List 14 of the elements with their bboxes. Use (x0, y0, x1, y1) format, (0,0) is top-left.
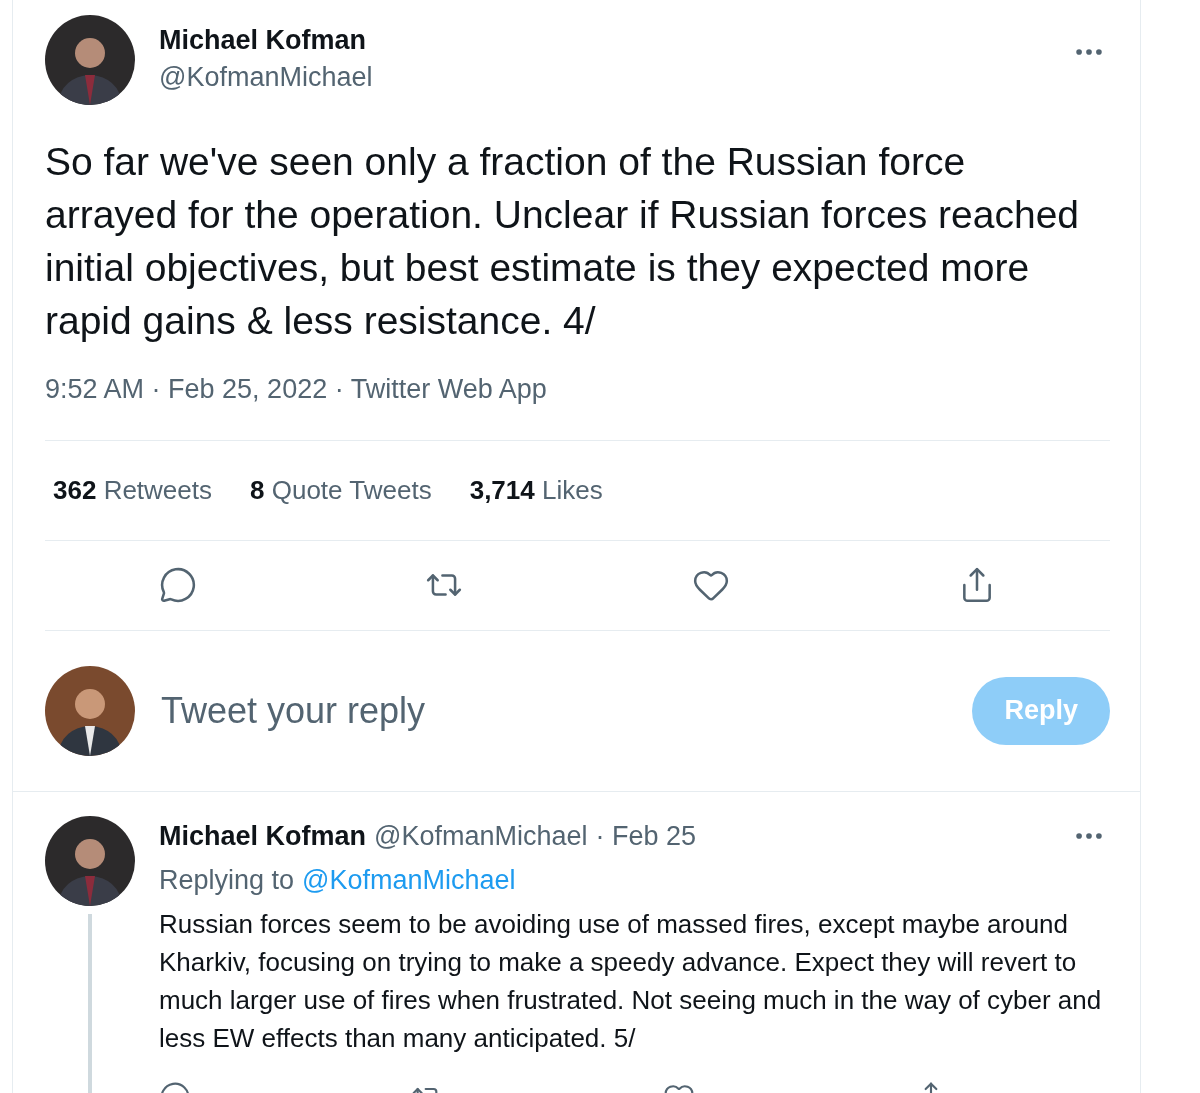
speech-bubble-icon[interactable] (159, 566, 198, 604)
author-handle[interactable]: @KofmanMichael (159, 57, 373, 97)
replying-label: Replying to (159, 864, 295, 897)
stat-link[interactable]: 3,714 Likes (469, 470, 603, 510)
author-handle[interactable]: @KofmanMichael (374, 815, 588, 856)
author-name[interactable]: Michael Kofman (159, 23, 373, 57)
tweet-date[interactable]: · Feb 25 (595, 815, 697, 856)
reply-input[interactable]: Tweet your reply (161, 683, 973, 738)
tweet-timestamp[interactable]: 9:52 AM · Feb 25, 2022 · Twitter Web App (45, 369, 1110, 441)
stat-link[interactable]: 362 Retweets (53, 470, 212, 510)
tweet-text: So far we've seen only a fraction of the Russian force arrayed for the operation. Unclear if Russian forces reached initial objectives, but best estimate is they expected more rapid gains & less resistance. 4/ (45, 139, 1081, 344)
author-name[interactable]: Michael Kofman (159, 815, 367, 856)
stat-link[interactable]: 8 Quote Tweets (250, 470, 432, 510)
reply-text: Russian forces seem to be avoiding use of massed fires, except maybe around Kharkiv, focusing on trying to make a speedy advance. Expect they will revert to much larger use of fires when frustrated. Not seeing much in the way of cyber and less EW effects than many anticipated. 5/ (159, 907, 1103, 1055)
